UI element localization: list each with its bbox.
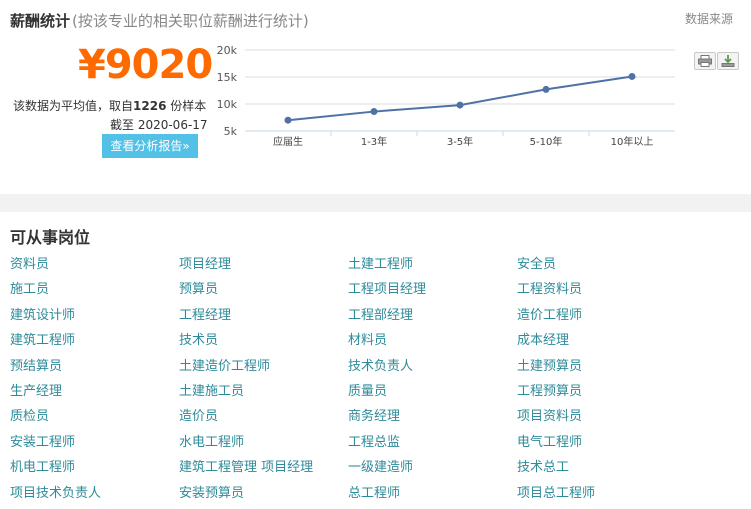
job-link[interactable]: 工程总监: [348, 433, 517, 458]
job-link[interactable]: 项目经理: [179, 255, 348, 280]
job-link[interactable]: 安全员: [517, 255, 686, 280]
job-link[interactable]: 建筑设计师: [10, 306, 179, 331]
data-point[interactable]: [542, 85, 550, 93]
salary-subtitle: (按该专业的相关职位薪酬进行统计): [72, 12, 309, 30]
data-point[interactable]: [284, 116, 292, 124]
job-link[interactable]: 项目资料员: [517, 407, 686, 432]
job-link[interactable]: 生产经理: [10, 382, 179, 407]
data-point[interactable]: [456, 101, 464, 109]
job-link[interactable]: 资料员: [10, 255, 179, 280]
download-icon: [721, 55, 735, 67]
x-tick-label: 应届生: [273, 135, 303, 148]
job-link[interactable]: 机电工程师: [10, 458, 179, 483]
job-link[interactable]: 安装工程师: [10, 433, 179, 458]
job-link[interactable]: 水电工程师: [179, 433, 348, 458]
job-link[interactable]: 工程资料员: [517, 280, 686, 305]
job-link[interactable]: 土建预算员: [517, 357, 686, 382]
job-link[interactable]: 预结算员: [10, 357, 179, 382]
job-link[interactable]: 工程预算员: [517, 382, 686, 407]
job-link[interactable]: 施工员: [10, 280, 179, 305]
y-tick-label: 20k: [217, 44, 238, 57]
job-link[interactable]: 总工程师: [348, 484, 517, 509]
print-button[interactable]: [694, 52, 716, 70]
job-link[interactable]: 土建工程师: [348, 255, 517, 280]
job-link[interactable]: 预算员: [179, 280, 348, 305]
print-icon: [698, 55, 712, 67]
job-link[interactable]: 一级建造师: [348, 458, 517, 483]
job-link[interactable]: 项目总工程师: [517, 484, 686, 509]
job-link[interactable]: 造价工程师: [517, 306, 686, 331]
job-link[interactable]: 建筑工程管理 项目经理: [179, 458, 348, 483]
salary-panel: 薪酬统计 (按该专业的相关职位薪酬进行统计) 数据来源 ¥9020 该数据为平均值…: [0, 0, 751, 194]
data-point[interactable]: [628, 72, 636, 80]
salary-line-chart: 5k 10k 15k 20k 应届生 1-3年 3-5年 5-10年 10年以上: [217, 44, 675, 148]
y-tick-label: 10k: [217, 98, 238, 111]
job-link[interactable]: 土建造价工程师: [179, 357, 348, 382]
job-link[interactable]: 工程项目经理: [348, 280, 517, 305]
x-tick-label: 1-3年: [361, 135, 387, 148]
job-link[interactable]: 技术总工: [517, 458, 686, 483]
average-salary: ¥9020: [78, 42, 213, 88]
salary-title-row: 薪酬统计 (按该专业的相关职位薪酬进行统计): [10, 10, 309, 31]
job-link[interactable]: 工程部经理: [348, 306, 517, 331]
data-point[interactable]: [370, 108, 378, 116]
job-link[interactable]: 项目技术负责人: [10, 484, 179, 509]
section-divider: [0, 194, 751, 212]
jobs-grid: 资料员 项目经理 土建工程师 安全员施工员 预算员 工程项目经理 工程资料员建筑设计师 工程经…: [10, 255, 710, 509]
job-link[interactable]: 质检员: [10, 407, 179, 432]
sample-note-suffix: 份样本: [170, 99, 207, 113]
data-source-link[interactable]: 数据来源: [685, 10, 733, 27]
job-link[interactable]: 建筑工程师: [10, 331, 179, 356]
view-report-button[interactable]: 查看分析报告»: [102, 134, 198, 158]
sample-count: 1226: [133, 99, 167, 113]
jobs-section-title: 可从事岗位: [10, 228, 91, 247]
x-tick-label: 5-10年: [530, 135, 563, 148]
date-note: 截至 2020-06-17: [110, 118, 208, 132]
y-tick-label: 5k: [224, 125, 238, 138]
salary-title: 薪酬统计: [10, 12, 71, 30]
x-tick-label: 10年以上: [611, 135, 654, 148]
job-link[interactable]: 土建施工员: [179, 382, 348, 407]
job-link[interactable]: 造价员: [179, 407, 348, 432]
y-tick-label: 15k: [217, 71, 238, 84]
job-link[interactable]: 成本经理: [517, 331, 686, 356]
job-link[interactable]: 技术负责人: [348, 357, 517, 382]
job-link[interactable]: 电气工程师: [517, 433, 686, 458]
job-link[interactable]: 安装预算员: [179, 484, 348, 509]
job-link[interactable]: 材料员: [348, 331, 517, 356]
sample-note-prefix: 该数据为平均值，取自: [13, 99, 134, 113]
x-tick-label: 3-5年: [447, 135, 473, 148]
job-link[interactable]: 商务经理: [348, 407, 517, 432]
job-link[interactable]: 质量员: [348, 382, 517, 407]
series-line: [287, 75, 633, 122]
job-link[interactable]: 技术员: [179, 331, 348, 356]
download-button[interactable]: [717, 52, 739, 70]
job-link[interactable]: 工程经理: [179, 306, 348, 331]
sample-note: 该数据为平均值，取自1226 份样本: [13, 97, 206, 114]
